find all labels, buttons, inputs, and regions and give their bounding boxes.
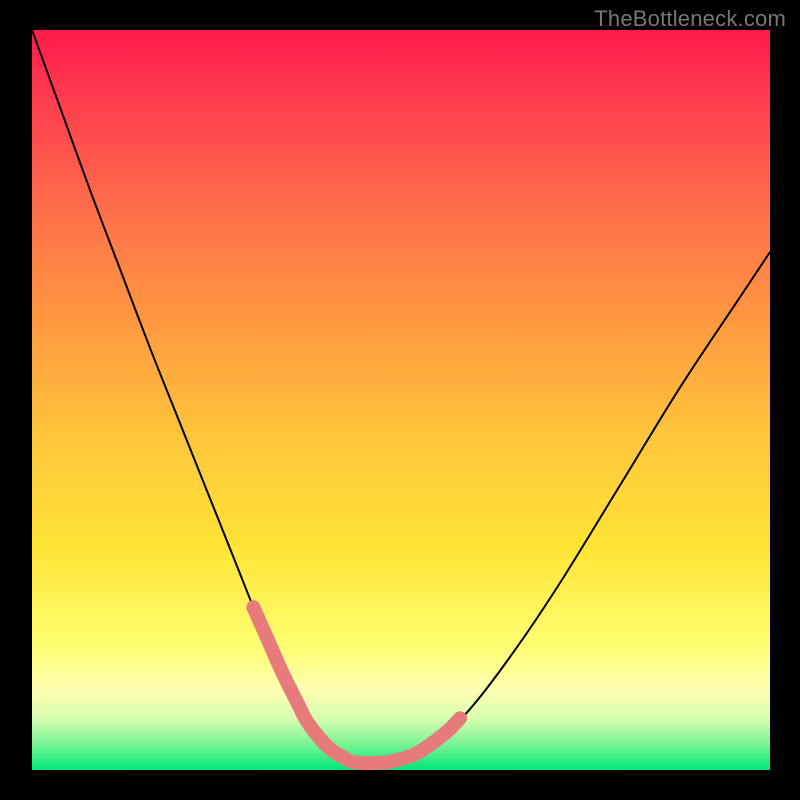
plot-area	[32, 30, 770, 770]
chart-svg	[32, 30, 770, 770]
gradient-bg	[32, 30, 770, 770]
chart-frame: TheBottleneck.com	[0, 0, 800, 800]
watermark-text: TheBottleneck.com	[594, 6, 786, 32]
